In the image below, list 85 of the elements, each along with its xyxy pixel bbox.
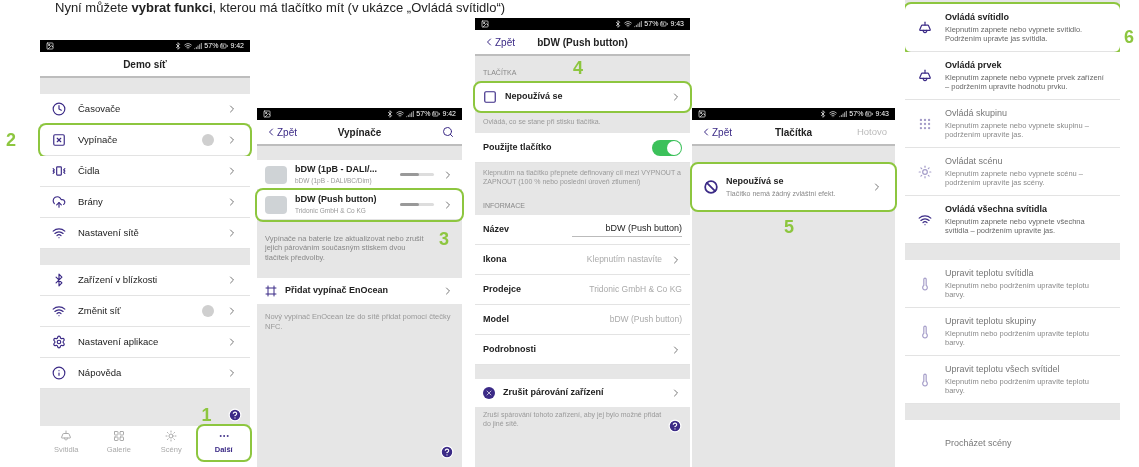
toggle-switch[interactable] bbox=[652, 139, 682, 156]
prohibited-icon bbox=[704, 180, 718, 194]
callout-number: 6 bbox=[1124, 28, 1134, 46]
row-label: Název bbox=[483, 222, 510, 236]
sun-icon bbox=[918, 164, 932, 179]
row-label: Ikona bbox=[483, 252, 508, 266]
callout-number: 1 bbox=[201, 406, 212, 424]
row-label: Podrobnosti bbox=[483, 342, 537, 356]
grid-icon bbox=[112, 430, 125, 443]
screen-title: Tlačítka bbox=[773, 125, 814, 140]
screen-title: Vypínače bbox=[336, 125, 383, 140]
menu-item[interactable]: Zařízení v blízkosti bbox=[40, 265, 250, 296]
wifi-icon bbox=[52, 304, 66, 318]
battery-icon bbox=[432, 110, 441, 118]
row-value: bDW (Push button) bbox=[609, 313, 682, 326]
sun-icon bbox=[165, 430, 178, 443]
callout-number: 3 bbox=[439, 230, 449, 248]
signal-icon bbox=[406, 110, 415, 118]
image-icon bbox=[263, 110, 271, 118]
row-value: Klepnutím nastavíte bbox=[586, 253, 662, 266]
ceiling-lamp-icon bbox=[918, 68, 932, 83]
menu-item[interactable]: Nastavení aplikace bbox=[40, 327, 250, 358]
battery-icon bbox=[865, 110, 874, 118]
signal-icon bbox=[634, 20, 643, 28]
search-icon[interactable] bbox=[442, 126, 454, 138]
bluetooth-icon bbox=[819, 110, 828, 118]
bluetooth-icon bbox=[614, 20, 623, 28]
ceiling-lamp-icon bbox=[918, 20, 932, 35]
square-icon bbox=[483, 89, 497, 104]
row-value: Tridonic GmbH & Co KG bbox=[589, 283, 682, 296]
info-row[interactable]: Ikona Klepnutím nastavíte bbox=[475, 245, 690, 275]
menu-item[interactable]: Časovače bbox=[40, 94, 250, 125]
back-button[interactable]: Zpět bbox=[265, 124, 305, 140]
ceiling-lamp-icon bbox=[60, 430, 73, 443]
menu-item[interactable]: Brány bbox=[40, 187, 250, 218]
unpair-row[interactable]: Zrušit párování zařízení bbox=[475, 379, 690, 407]
help-icon[interactable] bbox=[668, 419, 682, 433]
cloud-upload-icon bbox=[52, 195, 66, 209]
clock-icon bbox=[52, 102, 66, 116]
callout-number: 2 bbox=[6, 131, 16, 149]
crossed-square-icon bbox=[52, 133, 66, 147]
wifi-icon bbox=[624, 20, 633, 28]
wifi-icon bbox=[918, 212, 932, 227]
wifi-icon bbox=[829, 110, 838, 118]
signal-icon bbox=[839, 110, 848, 118]
name-field[interactable]: bDW (Push button) bbox=[572, 222, 682, 237]
help-icon[interactable] bbox=[228, 408, 242, 422]
highlight-frame bbox=[195, 424, 252, 462]
wifi-icon bbox=[52, 226, 66, 240]
screen-title: Demo síť bbox=[123, 57, 167, 72]
image-icon bbox=[481, 20, 489, 28]
row-label: Model bbox=[483, 312, 510, 326]
help-icon[interactable] bbox=[440, 445, 454, 459]
device-photo bbox=[265, 165, 287, 184]
image-icon bbox=[698, 110, 706, 118]
dots-icon bbox=[918, 116, 932, 131]
wifi-icon bbox=[184, 42, 193, 50]
button-function-row[interactable]: Nepoužívá se bbox=[475, 82, 690, 111]
settings-icon bbox=[52, 335, 66, 349]
bluetooth-icon bbox=[174, 42, 183, 50]
device-photo bbox=[265, 195, 287, 214]
add-switch-row[interactable]: Přidat vypínač EnOcean bbox=[257, 278, 462, 305]
image-icon bbox=[46, 42, 54, 50]
toggle-label: Použijte tlačítko bbox=[483, 140, 553, 154]
screen-title: bDW (Push button) bbox=[536, 35, 629, 50]
menu-item[interactable]: Změnit síť bbox=[40, 296, 250, 327]
info-icon bbox=[52, 366, 66, 380]
wifi-icon bbox=[396, 110, 405, 118]
close-icon bbox=[483, 387, 495, 399]
battery-icon bbox=[660, 20, 669, 28]
row-label: Prodejce bbox=[483, 282, 523, 296]
menu-item[interactable]: Vypínače bbox=[40, 125, 250, 156]
menu-item[interactable]: Nápověda bbox=[40, 358, 250, 389]
vibration-icon bbox=[52, 164, 66, 178]
menu-item[interactable]: Čidla bbox=[40, 156, 250, 187]
signal-icon bbox=[194, 42, 203, 50]
back-button[interactable]: Zpět bbox=[700, 124, 740, 140]
callout-number: 4 bbox=[573, 58, 583, 77]
battery-icon bbox=[220, 42, 229, 50]
caption-text: Nyní můžete vybrat funkci, kterou má tlačítko mít (v ukázce „Ovládá svítidlo“) bbox=[55, 0, 506, 15]
menu-item[interactable]: Nastavení sítě bbox=[40, 218, 250, 249]
bluetooth-icon bbox=[386, 110, 395, 118]
info-row[interactable]: Podrobnosti bbox=[475, 335, 690, 365]
callout-number: 5 bbox=[784, 218, 794, 236]
back-button[interactable]: Zpět bbox=[483, 34, 523, 50]
